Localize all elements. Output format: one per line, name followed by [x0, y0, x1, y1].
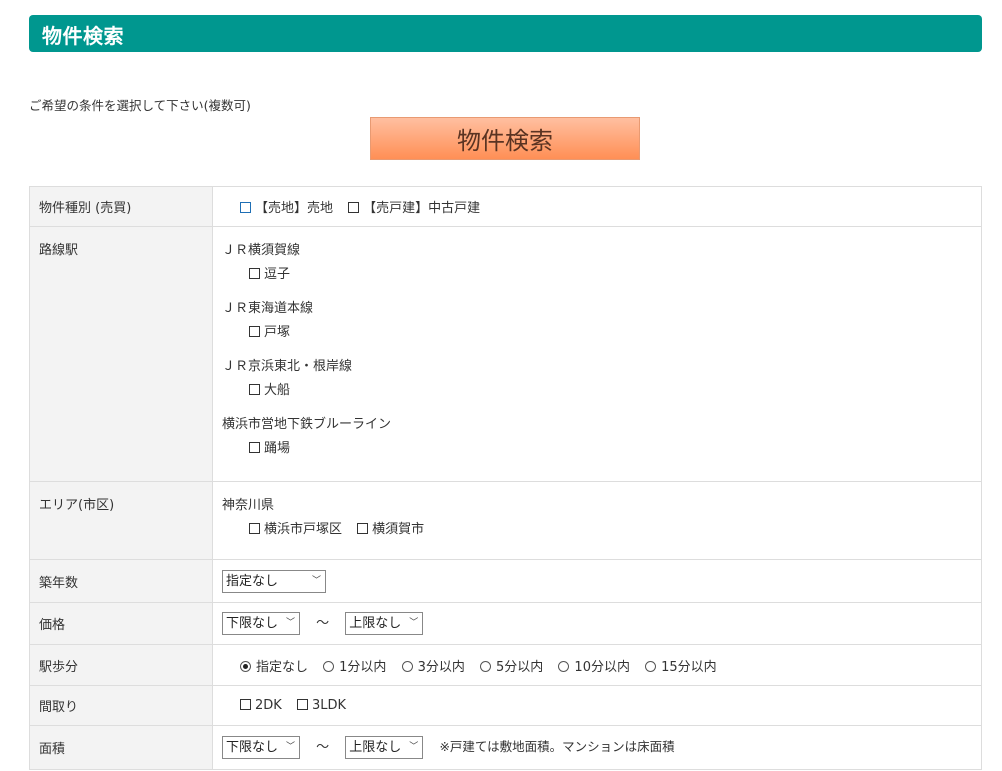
chevron-down-icon: ﹀ [409, 742, 419, 752]
walk-option-3min[interactable]: 3分以内 [401, 660, 465, 675]
chevron-down-icon: ﹀ [285, 742, 295, 752]
route-line-group: ＪＲ京浜東北・根岸線 大船 [222, 355, 981, 398]
radio-icon[interactable] [480, 660, 491, 672]
floor-plan-label: 間取り [29, 685, 213, 726]
property-search-button[interactable]: 物件検索 [370, 117, 640, 160]
type-option-used-house[interactable]: 【売戸建】中古戸建 [348, 201, 480, 216]
walk-option-1min[interactable]: 1分以内 [323, 660, 386, 675]
floor-plan-option-3ldk[interactable]: 3LDK [296, 698, 346, 713]
area-option-yokosuka[interactable]: 横須賀市 [357, 522, 424, 537]
area-max-select[interactable]: 上限なし ﹀ [345, 736, 424, 759]
price-max-select[interactable]: 上限なし ﹀ [345, 612, 424, 635]
checkbox-icon[interactable] [296, 699, 308, 710]
route-line-group: 横浜市営地下鉄ブルーライン 踊場 [222, 413, 981, 456]
line-name: ＪＲ横須賀線 [222, 243, 301, 258]
area-label: エリア(市区) [29, 481, 213, 560]
row-route-station: 路線駅 ＪＲ横須賀線 逗子 ＪＲ東海道本線 戸塚 ＪＲ京浜東北・根岸線 大船 横… [29, 226, 982, 482]
building-age-select[interactable]: 指定なし ﹀ [222, 569, 326, 593]
price-label: 価格 [29, 602, 213, 645]
page-header: 物件検索 [29, 15, 982, 52]
checkbox-icon[interactable] [249, 523, 260, 534]
instruction-text: ご希望の条件を選択して下さい(複数可) [29, 98, 251, 113]
chevron-down-icon: ﹀ [311, 575, 321, 586]
area-min-select[interactable]: 下限なし ﹀ [222, 736, 300, 759]
area-option-totsuka-ward[interactable]: 横浜市戸塚区 [249, 522, 342, 537]
search-form-table: 物件種別 (売買) 【売地】売地 【売戸建】中古戸建 路線駅 ＪＲ横須賀線 逗子… [29, 186, 982, 770]
line-name: 横浜市営地下鉄ブルーライン [222, 417, 392, 432]
building-age-label: 築年数 [29, 559, 213, 603]
row-building-age: 築年数 指定なし ﹀ [29, 559, 982, 603]
radio-selected-icon[interactable] [240, 660, 251, 672]
checkbox-icon[interactable] [240, 202, 251, 213]
radio-icon[interactable] [558, 660, 570, 672]
property-type-label: 物件種別 (売買) [29, 186, 213, 227]
route-line-group: ＪＲ東海道本線 戸塚 [222, 297, 981, 340]
radio-icon[interactable] [645, 660, 657, 672]
station-option-zushi[interactable]: 逗子 [222, 263, 981, 282]
checkbox-icon[interactable] [249, 384, 260, 395]
station-option-ofuna[interactable]: 大船 [222, 379, 981, 398]
range-separator: ～ [316, 740, 330, 755]
station-option-odoriba[interactable]: 踊場 [222, 437, 981, 456]
route-label: 路線駅 [29, 226, 213, 482]
range-separator: ～ [316, 616, 330, 631]
walk-option-5min[interactable]: 5分以内 [480, 660, 543, 675]
floor-area-label: 面積 [29, 725, 213, 770]
walk-option-10min[interactable]: 10分以内 [558, 660, 630, 675]
row-walk-minutes: 駅歩分 指定なし 1分以内 3分以内 5分以内 10分以内 15分以内 [29, 644, 982, 686]
checkbox-icon[interactable] [249, 442, 260, 453]
radio-icon[interactable] [323, 660, 335, 672]
line-name: ＪＲ京浜東北・根岸線 [222, 359, 353, 374]
row-floor-area: 面積 下限なし ﹀ ～ 上限なし ﹀ ※戸建ては敷地面積。マンションは床面積 [29, 725, 982, 770]
price-min-select[interactable]: 下限なし ﹀ [222, 612, 300, 635]
row-area: エリア(市区) 神奈川県 横浜市戸塚区 横須賀市 [29, 481, 982, 560]
area-note: ※戸建ては敷地面積。マンションは床面積 [439, 739, 675, 754]
chevron-down-icon: ﹀ [409, 618, 419, 628]
row-property-type: 物件種別 (売買) 【売地】売地 【売戸建】中古戸建 [29, 186, 982, 227]
line-name: ＪＲ東海道本線 [222, 301, 314, 316]
walk-minutes-label: 駅歩分 [29, 644, 213, 686]
checkbox-icon[interactable] [348, 202, 360, 213]
checkbox-icon[interactable] [357, 523, 369, 534]
type-option-land[interactable]: 【売地】売地 [240, 201, 333, 216]
chevron-down-icon: ﹀ [285, 618, 295, 628]
route-line-group: ＪＲ横須賀線 逗子 [222, 239, 981, 282]
walk-option-none[interactable]: 指定なし [240, 660, 308, 675]
checkbox-icon[interactable] [249, 326, 260, 337]
radio-icon[interactable] [401, 660, 413, 672]
prefecture-name: 神奈川県 [222, 498, 275, 513]
row-floor-plan: 間取り 2DK 3LDK [29, 685, 982, 726]
page-title: 物件検索 [42, 24, 124, 48]
station-option-totsuka[interactable]: 戸塚 [222, 321, 981, 340]
checkbox-icon[interactable] [249, 268, 260, 279]
walk-option-15min[interactable]: 15分以内 [645, 660, 717, 675]
row-price: 価格 下限なし ﹀ ～ 上限なし ﹀ [29, 602, 982, 645]
floor-plan-option-2dk[interactable]: 2DK [240, 698, 282, 713]
checkbox-icon[interactable] [240, 699, 251, 710]
